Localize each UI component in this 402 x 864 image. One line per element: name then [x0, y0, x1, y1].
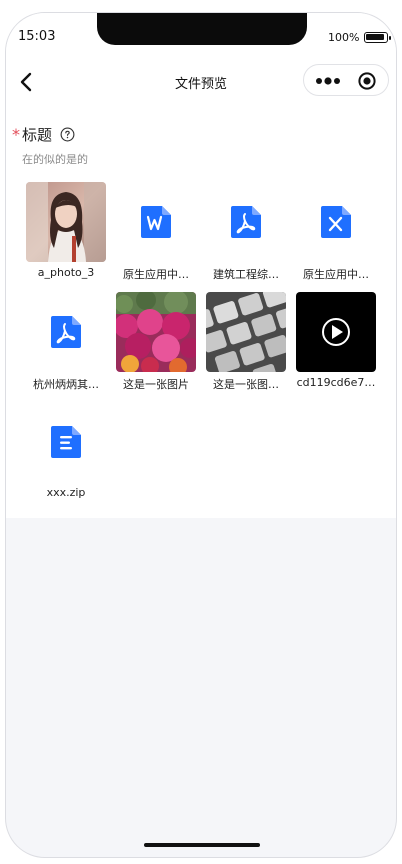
field-title: 标题	[22, 125, 53, 144]
status-bar: 15:03 100%	[6, 13, 396, 59]
file-item-photo[interactable]: a_photo_3	[26, 182, 108, 286]
battery-icon	[364, 32, 391, 43]
photo-thumbnail	[116, 292, 196, 372]
required-mark: *	[12, 124, 20, 144]
navigation-bar: 文件预览	[6, 59, 396, 105]
question-circle-icon[interactable]	[60, 127, 75, 142]
mini-program-capsule	[303, 64, 389, 96]
file-item-video[interactable]: cd119cd6e7…	[296, 292, 378, 396]
file-name: 建筑工程综…	[213, 268, 279, 281]
file-name: xxx.zip	[46, 486, 86, 499]
file-item-zip[interactable]: xxx.zip	[26, 402, 108, 506]
pdf-file-icon	[51, 316, 81, 348]
video-thumbnail	[296, 292, 376, 372]
battery-percent: 100%	[328, 31, 360, 44]
file-name: 杭州炳炳其…	[33, 378, 99, 391]
file-name: 原生应用中…	[303, 268, 369, 281]
file-name: a_photo_3	[37, 266, 95, 279]
zip-file-icon	[51, 426, 81, 458]
file-item-word[interactable]: 原生应用中…	[116, 182, 198, 286]
upload-form-card: * 标题 在的似的是的 a_photo_3 原生应用中… 建筑工程综… 原生应用…	[6, 105, 396, 518]
phone-screen: 15:03 100% 文件预览 * 标题 在的似的是的 a_photo_3 原生…	[5, 12, 397, 858]
photo-thumbnail	[206, 292, 286, 372]
pdf-file-icon	[231, 206, 261, 238]
word-file-icon	[141, 206, 171, 238]
file-item-photo[interactable]: 这是一张图片	[116, 292, 198, 396]
file-name: 这是一张图…	[213, 378, 279, 391]
excel-file-icon	[321, 206, 351, 238]
target-close-icon[interactable]	[358, 72, 376, 90]
field-description: 在的似的是的	[22, 153, 88, 166]
home-indicator[interactable]	[144, 843, 260, 847]
status-time: 15:03	[18, 29, 56, 44]
file-item-photo[interactable]: 这是一张图…	[206, 292, 288, 396]
file-item-pdf[interactable]: 杭州炳炳其…	[26, 292, 108, 396]
field-label: * 标题	[12, 123, 75, 145]
file-item-pdf[interactable]: 建筑工程综…	[206, 182, 288, 286]
file-item-excel[interactable]: 原生应用中…	[296, 182, 378, 286]
file-name: 这是一张图片	[123, 378, 189, 391]
more-dots-icon[interactable]	[314, 73, 342, 89]
play-circle-icon	[322, 318, 350, 346]
device-notch	[97, 13, 307, 45]
file-name: 原生应用中…	[123, 268, 189, 281]
file-name: cd119cd6e7…	[296, 376, 376, 389]
photo-thumbnail	[26, 182, 106, 262]
